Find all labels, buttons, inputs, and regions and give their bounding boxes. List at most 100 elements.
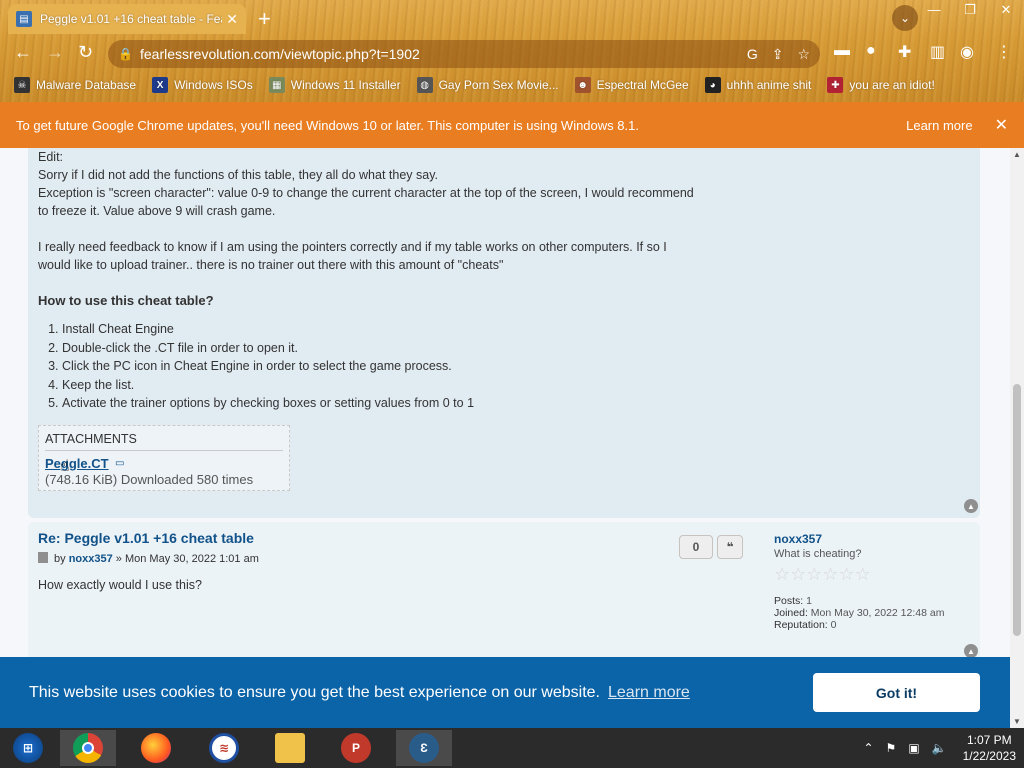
taskbar-chrome[interactable]: [60, 730, 116, 766]
chrome-icon: [73, 733, 103, 763]
anime-icon: ◕: [704, 77, 721, 93]
cookie-accept-button[interactable]: Got it!: [813, 673, 980, 712]
profile-rank: What is cheating?: [774, 548, 862, 560]
forward-icon[interactable]: →: [46, 42, 64, 63]
taskbar-cheat-engine[interactable]: Ɛ: [396, 730, 452, 766]
profile-username[interactable]: noxx357: [774, 532, 974, 546]
google-icon[interactable]: G: [747, 46, 758, 63]
taskbar-app-logo[interactable]: ≋: [196, 730, 252, 766]
side-panel-icon[interactable]: ▥: [930, 42, 945, 62]
back-icon[interactable]: ←: [14, 42, 32, 63]
step-item: Double-click the .CT file in order to op…: [62, 339, 758, 358]
bookmark-item[interactable]: ◍ Gay Porn Sex Movie...: [416, 77, 559, 93]
post-byline: by noxx357 » Mon May 30, 2022 1:01 am: [38, 552, 259, 565]
bookmark-item[interactable]: ✚ you are an idiot!: [827, 77, 935, 93]
bookmark-star-icon[interactable]: ☆: [797, 46, 810, 63]
url-text: fearlessrevolution.com/viewtopic.php?t=1…: [140, 46, 420, 62]
share-icon[interactable]: ⇪: [772, 46, 784, 63]
extension-flag-icon[interactable]: ▬: [834, 42, 850, 60]
scrollbar-thumb[interactable]: [1013, 384, 1021, 636]
page-scrollbar[interactable]: ▲ ▼: [1010, 148, 1024, 728]
skull-icon: ☠: [14, 77, 30, 93]
post-text-line: I really need feedback to know if I am u…: [38, 240, 667, 254]
peggle-icon: P: [341, 733, 371, 763]
action-center-flag-icon[interactable]: ⚑: [886, 741, 897, 755]
scroll-up-icon[interactable]: ▲: [1010, 150, 1024, 159]
minimize-icon[interactable]: —: [924, 2, 944, 18]
cookie-consent-bar: This website uses cookies to ensure you …: [0, 657, 1010, 728]
avatar-icon: ☻: [574, 77, 591, 93]
network-icon[interactable]: ▣: [908, 741, 919, 755]
cookie-learn-more-link[interactable]: Learn more: [608, 684, 690, 702]
post-text-line: would like to upload trainer.. there is …: [38, 258, 504, 272]
attachments-header: ATTACHMENTS: [45, 432, 137, 446]
profile-stats: Posts: 1 Joined: Mon May 30, 2022 12:48 …: [774, 595, 945, 631]
chrome-update-infobar: To get future Google Chrome updates, you…: [0, 102, 1024, 148]
globe-icon: ◍: [416, 77, 433, 93]
bookmark-item[interactable]: ☻ Espectral McGee: [574, 77, 689, 93]
system-clock[interactable]: 1:07 PM 1/22/2023: [963, 732, 1016, 764]
bookmark-item[interactable]: ◕ uhhh anime shit: [704, 77, 811, 93]
tab-title: Peggle v1.01 +16 cheat table - Fea: [40, 12, 222, 26]
quote-button[interactable]: ❝: [717, 535, 743, 559]
author-profile: noxx357 What is cheating? ☆☆☆☆☆☆ Posts: …: [774, 532, 974, 631]
volume-icon[interactable]: 🔈: [932, 741, 947, 755]
bookmark-item[interactable]: ▦ Windows 11 Installer: [268, 77, 401, 93]
browser-tab[interactable]: ▤ Peggle v1.01 +16 cheat table - Fea ✕: [8, 4, 246, 34]
bookmark-item[interactable]: X Windows ISOs: [152, 77, 253, 93]
extensions-puzzle-icon[interactable]: ✚: [898, 42, 911, 62]
system-tray: ⌃ ⚑ ▣ 🔈 1:07 PM 1/22/2023: [863, 728, 1016, 768]
step-item: Click the PC icon in Cheat Engine in ord…: [62, 357, 758, 376]
reload-icon[interactable]: ↻: [78, 42, 93, 63]
post-content: How exactly would I use this?: [38, 578, 202, 592]
lock-icon[interactable]: 🔒: [118, 47, 136, 61]
scroll-down-icon[interactable]: ▼: [1010, 717, 1024, 726]
window-close-icon[interactable]: ✕: [996, 2, 1016, 18]
start-orb-icon: ⊞: [13, 733, 43, 763]
windows-taskbar: ⊞ ≋ P Ɛ ⌃ ⚑ ▣ 🔈 1:07 PM 1/22/2023: [0, 728, 1024, 768]
post-text-line: Exception is "screen character": value 0…: [38, 186, 694, 200]
start-button[interactable]: ⊞: [0, 730, 56, 766]
cheat-engine-icon: Ɛ: [409, 733, 439, 763]
close-infobar-icon[interactable]: ✕: [995, 115, 1008, 135]
taskbar-firefox[interactable]: [128, 730, 184, 766]
back-to-top-icon[interactable]: ▲: [964, 644, 978, 658]
bookmark-item[interactable]: ☠ Malware Database: [14, 77, 136, 93]
page-viewport: Edit: Sorry if I did not add the functio…: [0, 148, 1010, 728]
forum-post: Edit: Sorry if I did not add the functio…: [28, 148, 980, 518]
window-controls: — ❐ ✕: [924, 2, 1016, 18]
clock-date: 1/22/2023: [962, 749, 1016, 763]
taskbar-peggle[interactable]: P: [328, 730, 384, 766]
taskbar-file-explorer[interactable]: [262, 730, 318, 766]
steps-list: Install Cheat Engine Double-click the .C…: [62, 320, 758, 413]
app-logo-icon: ≋: [209, 733, 239, 763]
tab-search-icon[interactable]: ⌄: [892, 5, 918, 31]
post-icon: [38, 552, 48, 563]
new-tab-icon[interactable]: +: [258, 6, 271, 32]
extension-avatar-icon[interactable]: ●: [866, 42, 876, 60]
post-title-link[interactable]: Re: Peggle v1.01 +16 cheat table: [38, 530, 254, 546]
navigation-bar: ← → ↻ 🔒 fearlessrevolution.com/viewtopic…: [0, 36, 1024, 68]
quote-icon: ❝: [726, 540, 734, 554]
reputation-button[interactable]: 0: [679, 535, 713, 559]
profile-icon[interactable]: ◉: [960, 42, 974, 62]
close-tab-icon[interactable]: ✕: [226, 11, 238, 28]
restore-icon[interactable]: ❐: [960, 2, 980, 18]
update-message: To get future Google Chrome updates, you…: [16, 117, 639, 133]
x-logo-icon: X: [152, 77, 169, 93]
attachment-link[interactable]: Peggle.CT: [45, 456, 109, 471]
post-text-line: to freeze it. Value above 9 will crash g…: [38, 204, 276, 218]
post-date: » Mon May 30, 2022 1:01 am: [115, 553, 259, 565]
profile-posts[interactable]: 1: [806, 595, 812, 607]
tray-expand-icon[interactable]: ⌃: [863, 741, 873, 755]
howto-heading: How to use this cheat table?: [38, 293, 214, 308]
back-to-top-icon[interactable]: ▲: [964, 499, 978, 513]
hand-cursor-icon: ☝: [60, 458, 70, 475]
forum-reply-post: Re: Peggle v1.01 +16 cheat table by noxx…: [28, 522, 980, 658]
attachments-box: ATTACHMENTS Peggle.CT ▭ (748.16 KiB) Dow…: [38, 425, 290, 491]
learn-more-link[interactable]: Learn more: [906, 118, 972, 133]
address-bar[interactable]: 🔒 fearlessrevolution.com/viewtopic.php?t…: [108, 40, 820, 68]
menu-icon[interactable]: ⋮: [996, 42, 1012, 62]
author-link[interactable]: noxx357: [69, 553, 113, 565]
flag-icon: ✚: [827, 77, 844, 93]
